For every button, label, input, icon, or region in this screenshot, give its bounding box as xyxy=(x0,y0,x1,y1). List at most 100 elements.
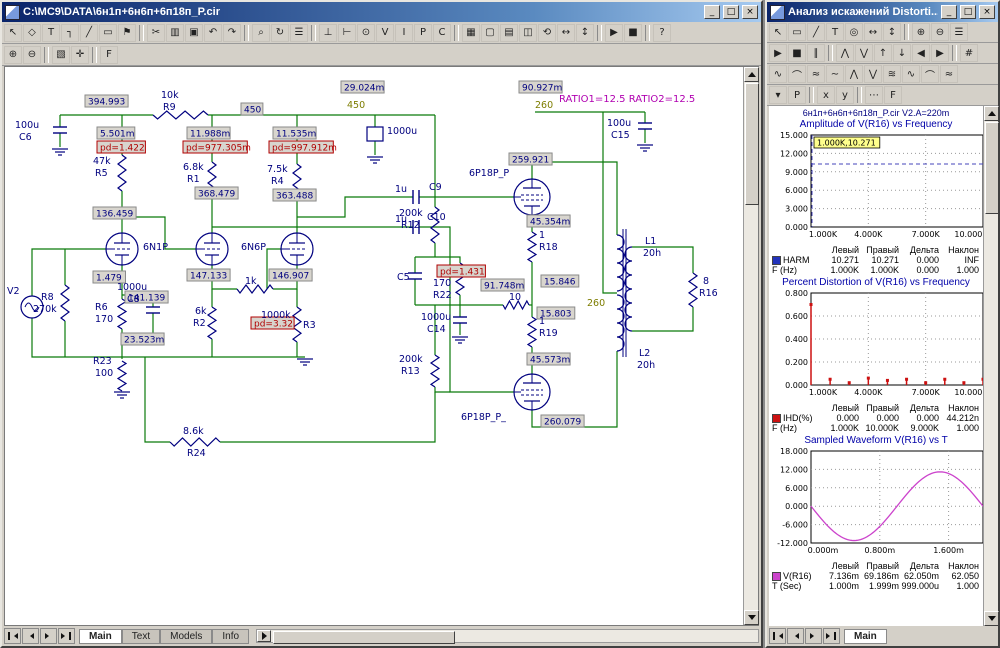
properties-button[interactable]: ☰ xyxy=(950,23,968,41)
component-label[interactable]: 170 xyxy=(433,278,451,289)
scroll-thumb[interactable] xyxy=(985,122,999,214)
component-label[interactable]: R22 xyxy=(433,290,452,301)
component-label[interactable]: 47k xyxy=(93,156,111,167)
waveform-wavy-button[interactable]: ≈ xyxy=(940,65,958,83)
chart-plot[interactable]: 0.8000.6000.4000.2000.0001.000K4.000K7.0… xyxy=(769,289,983,399)
component-label[interactable]: R23 xyxy=(93,356,112,367)
title-block-toggle[interactable]: ▤ xyxy=(500,24,518,42)
schematic-vertical-scrollbar[interactable] xyxy=(743,67,758,625)
conditions-toggle[interactable]: C xyxy=(433,24,451,42)
stop-button[interactable]: ■ xyxy=(624,24,642,42)
zoom-in-button[interactable]: ⊕ xyxy=(912,23,930,41)
tab-main[interactable]: Main xyxy=(844,629,887,644)
component-label[interactable]: 8.6k xyxy=(183,426,204,437)
diagonal-wire-mode[interactable]: ╱ xyxy=(80,24,98,42)
maximize-button[interactable]: □ xyxy=(723,5,739,19)
graphics-mode[interactable]: ▭ xyxy=(788,23,806,41)
component-label[interactable]: C15 xyxy=(611,130,630,141)
component-label[interactable]: 1000u xyxy=(387,126,417,137)
pause-button[interactable]: ∥ xyxy=(807,44,825,62)
component-label[interactable]: 6N1P xyxy=(143,242,168,253)
component-label[interactable]: R18 xyxy=(539,242,558,253)
scroll-thumb[interactable] xyxy=(273,631,455,644)
tab-scroll-last-button[interactable] xyxy=(58,628,75,644)
component-label[interactable]: R1 xyxy=(187,174,200,185)
waveform-approx-button[interactable]: ≈ xyxy=(807,65,825,83)
waveform-tilde-button[interactable]: ∼ xyxy=(826,65,844,83)
component-label[interactable]: 6N6P xyxy=(241,242,266,253)
ground-symbol[interactable] xyxy=(452,337,468,343)
schematic-horizontal-scrollbar[interactable] xyxy=(256,629,759,643)
waveform-sine-button[interactable]: ∿ xyxy=(902,65,920,83)
waveform-valley-button[interactable]: ⋁ xyxy=(864,65,882,83)
component-label[interactable]: C8 xyxy=(127,294,140,305)
maximize-button[interactable]: □ xyxy=(960,5,976,19)
mirror-button[interactable]: ◫ xyxy=(519,24,537,42)
chart-plot[interactable]: 15.00012.0009.0006.0003.0000.0001.000K4.… xyxy=(769,131,983,241)
stop-button[interactable]: ■ xyxy=(788,44,806,62)
minimize-button[interactable]: _ xyxy=(704,5,720,19)
component-label[interactable]: 100u xyxy=(607,118,631,129)
component-label[interactable]: 1k xyxy=(245,276,257,287)
component-mode[interactable]: ◇ xyxy=(23,24,41,42)
component-label[interactable]: 260 xyxy=(587,298,605,309)
scroll-up-button[interactable] xyxy=(984,106,999,121)
cut-button[interactable]: ✂ xyxy=(147,24,165,42)
copy-button[interactable]: ▥ xyxy=(166,24,184,42)
rotate-button[interactable]: ⟲ xyxy=(538,24,556,42)
scroll-thumb[interactable] xyxy=(745,83,759,205)
capacitor-symbol[interactable] xyxy=(453,317,467,323)
tag-horizontal-button[interactable]: ↔ xyxy=(864,23,882,41)
x-expression-button[interactable]: x xyxy=(817,86,835,104)
component-label[interactable]: R4 xyxy=(271,176,284,187)
component-label[interactable]: 1 xyxy=(539,316,545,327)
scroll-right-button[interactable] xyxy=(257,630,271,642)
resistor-symbol[interactable] xyxy=(118,155,126,191)
resistor-symbol[interactable] xyxy=(208,307,216,339)
component-label[interactable]: 6P18P_P xyxy=(469,168,509,179)
find-button[interactable]: ⌕ xyxy=(252,24,270,42)
capacitor-symbol[interactable] xyxy=(53,127,67,133)
close-button[interactable]: × xyxy=(742,5,758,19)
plot-group-select[interactable]: ▾ xyxy=(769,86,787,104)
tube-symbol[interactable] xyxy=(514,179,550,215)
tab-scroll-next-button[interactable] xyxy=(40,628,57,644)
component-label[interactable]: R19 xyxy=(539,328,558,339)
probe-tool[interactable]: P xyxy=(788,86,806,104)
zoom-out-button[interactable]: ⊖ xyxy=(931,23,949,41)
help-button[interactable]: ? xyxy=(653,24,671,42)
scroll-up-button[interactable] xyxy=(744,67,759,82)
point-to-point-paths-button[interactable]: ⊢ xyxy=(338,24,356,42)
waveform-smooth-button[interactable]: ⌒ xyxy=(788,65,806,83)
tab-info[interactable]: Info xyxy=(212,629,249,644)
resistor-symbol[interactable] xyxy=(170,438,220,446)
capacitor-symbol[interactable] xyxy=(408,273,422,279)
y-expression-button[interactable]: y xyxy=(836,86,854,104)
zoom-in-button[interactable]: ⊕ xyxy=(4,46,22,64)
component-label[interactable]: R13 xyxy=(401,366,420,377)
resistor-symbol[interactable] xyxy=(118,361,126,391)
tab-text[interactable]: Text xyxy=(122,629,160,644)
paste-button[interactable]: ▣ xyxy=(185,24,203,42)
component-label[interactable]: C10 xyxy=(427,212,446,223)
ground-symbol[interactable] xyxy=(637,145,653,151)
point-to-end-paths-button[interactable]: ⊥ xyxy=(319,24,337,42)
line-tool[interactable]: ╱ xyxy=(807,23,825,41)
font-button[interactable]: F xyxy=(884,86,902,104)
tab-scroll-first-button[interactable] xyxy=(769,628,786,644)
zoom-area-button[interactable]: ▧ xyxy=(52,46,70,64)
tab-scroll-prev-button[interactable] xyxy=(22,628,39,644)
wire-segment[interactable] xyxy=(632,307,693,331)
resistor-symbol[interactable] xyxy=(153,111,208,119)
waveform-peak-button[interactable]: ⋀ xyxy=(845,65,863,83)
low-button[interactable]: ↓ xyxy=(893,44,911,62)
node-numbers-toggle[interactable]: ⊙ xyxy=(357,24,375,42)
wire-segment[interactable] xyxy=(122,313,153,335)
text-mode[interactable]: T xyxy=(42,24,60,42)
wire-segment[interactable] xyxy=(220,392,435,442)
resistor-symbol[interactable] xyxy=(689,273,697,307)
power-toggle[interactable]: P xyxy=(414,24,432,42)
cursor-left-button[interactable]: ◀ xyxy=(912,44,930,62)
cursor-right-button[interactable]: ▶ xyxy=(931,44,949,62)
component-label[interactable]: R9 xyxy=(163,102,176,113)
